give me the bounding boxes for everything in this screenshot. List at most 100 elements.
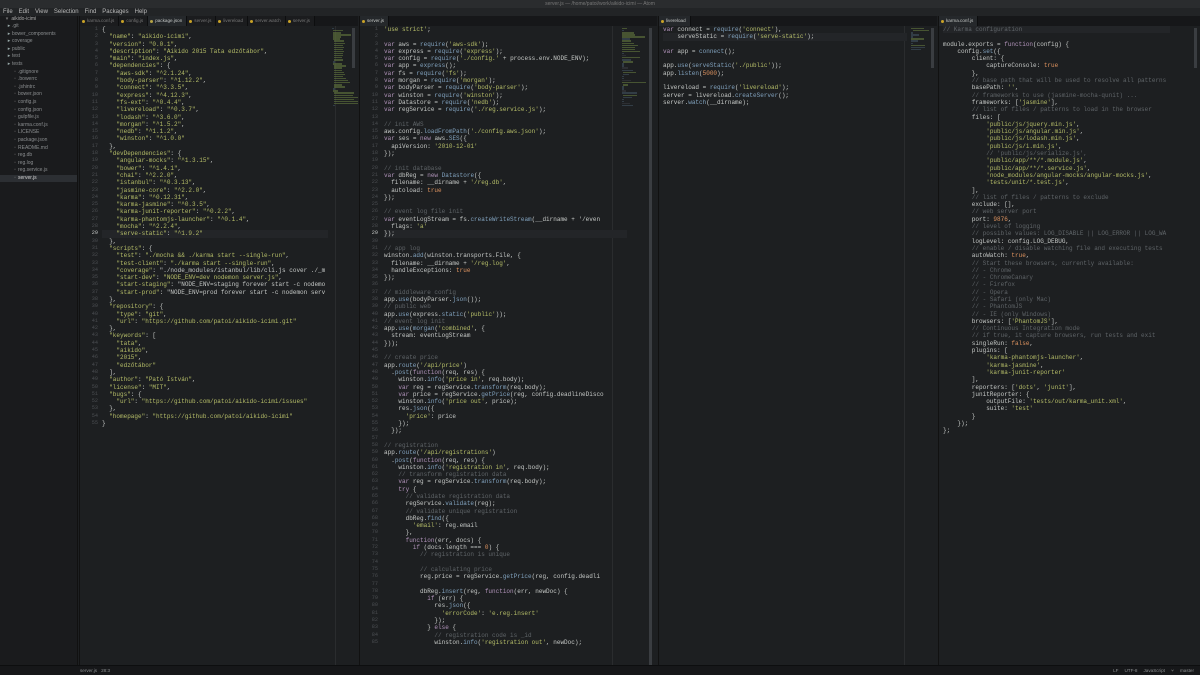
line-number: 9: [374, 84, 378, 91]
line-number: 67: [371, 507, 378, 514]
code-line: 'karma-jasmine',: [986, 361, 1044, 369]
vertical-scrollbar[interactable]: [352, 28, 355, 68]
code-line: 'public/js/angular.min.js',: [986, 128, 1084, 136]
code-line: },: [943, 69, 980, 77]
tree-item[interactable]: ▸ coverage: [0, 38, 77, 46]
editor-tab[interactable]: server.js: [360, 16, 390, 26]
line-number: 60: [371, 456, 378, 463]
code-line: },: [102, 295, 117, 303]
menu-view[interactable]: View: [32, 8, 51, 16]
tree-item[interactable]: ▫ .gitignore: [0, 69, 77, 77]
code-line: regService.validate(reg);: [384, 500, 496, 508]
line-number: 7: [374, 69, 378, 76]
tree-item[interactable]: ▫ config.json: [0, 107, 77, 115]
editor-pane-server-js[interactable]: server.js 1 2 3 4 5 6 7 8 9 10 11 12 13 14 15 16 17 18 19 20…: [359, 16, 657, 665]
tree-item[interactable]: ▸ test: [0, 53, 77, 61]
line-number: 25: [371, 201, 378, 208]
code-line: var Datastore = require('nedb');: [384, 98, 500, 106]
editor-tab[interactable]: livereload: [216, 16, 249, 26]
editor-pane-karma-conf[interactable]: karma.conf.js// Karma configuration modu…: [938, 16, 1200, 665]
status-encoding[interactable]: UTF-8: [1124, 668, 1137, 673]
code-line: // event log file init: [384, 208, 464, 216]
vertical-scrollbar[interactable]: [649, 28, 652, 665]
line-number: 16: [91, 135, 98, 142]
line-number: 83: [371, 624, 378, 631]
menu-selection[interactable]: Selection: [51, 8, 82, 16]
code-line: client: {: [943, 55, 1005, 63]
line-number: 23: [371, 186, 378, 193]
tree-item[interactable]: ▫ reg.log: [0, 160, 77, 168]
tree-item[interactable]: ▫ package.json: [0, 137, 77, 145]
menu-packages[interactable]: Packages: [99, 8, 131, 16]
tree-item[interactable]: ▸ tests: [0, 61, 77, 69]
line-number: 76: [371, 573, 378, 580]
editor-tab[interactable]: server.js: [285, 16, 315, 26]
editor-tab[interactable]: package.json: [148, 16, 188, 26]
editor-pane-package-json[interactable]: karma.conf.js config.js package.json server…: [79, 16, 358, 665]
editor-tab[interactable]: karma.conf.js: [80, 16, 120, 26]
tree-item[interactable]: ▫ bower.json: [0, 91, 77, 99]
menu-file[interactable]: File: [0, 8, 16, 16]
line-number: 31: [91, 244, 98, 251]
menu-edit[interactable]: Edit: [16, 8, 32, 16]
code-line: 'public/js/jquery.min.js',: [986, 120, 1080, 128]
code-line: // Continuous Integration mode: [971, 325, 1080, 333]
status-branch[interactable]: master: [1180, 668, 1194, 673]
code-line: 'use strict';: [384, 26, 431, 33]
code-line: // - Firefox: [971, 281, 1016, 289]
editor-pane-livereload[interactable]: livereload var connect = require('connect…: [658, 16, 937, 665]
menu-help[interactable]: Help: [132, 8, 150, 16]
code-editor[interactable]: { "name": "aikido-icimi", "version": "0.…: [102, 26, 328, 665]
tree-item[interactable]: ▸ public: [0, 46, 77, 54]
line-number: 9: [94, 84, 98, 91]
tree-item[interactable]: ▫ README.md: [0, 145, 77, 153]
tree-item[interactable]: ▫ config.js: [0, 99, 77, 107]
editor-tab[interactable]: server.js: [187, 16, 217, 26]
tree-item-label: reg.db: [18, 152, 33, 159]
tree-item[interactable]: ▫ reg.service.js: [0, 167, 77, 175]
tree-item[interactable]: ▫ gulpfile.js: [0, 114, 77, 122]
minimap[interactable]: [622, 28, 646, 108]
code-line: var dbReg = new Datastore({: [384, 171, 482, 179]
tree-item[interactable]: ▫ LICENSE: [0, 129, 77, 137]
code-line: "karma-jasmine": "^0.3.5",: [116, 201, 211, 209]
code-line: winston.info('registration in', req.body…: [384, 463, 550, 471]
tree-item[interactable]: ▫ reg.db: [0, 152, 77, 160]
tree-item[interactable]: ▸ bower_components: [0, 31, 77, 39]
tree-item[interactable]: ▸ .git: [0, 23, 77, 31]
code-line: aws.config.loadFromPath('./config.aws.js…: [384, 128, 547, 136]
status-file[interactable]: server.js: [80, 668, 97, 673]
editor-tab[interactable]: server.watch: [248, 16, 286, 26]
tree-root[interactable]: ▾ aikido-icimi: [0, 16, 77, 23]
code-editor[interactable]: 'use strict'; var aws = require('aws-sdk…: [384, 26, 627, 665]
editor-tab[interactable]: config.js: [119, 16, 149, 26]
line-number: 12: [91, 106, 98, 113]
vertical-scrollbar[interactable]: [1194, 28, 1197, 68]
tree-item[interactable]: ▫ .bowerrc: [0, 76, 77, 84]
editor-tab[interactable]: livereload: [659, 16, 691, 26]
code-editor[interactable]: // Karma configuration module.exports = …: [943, 26, 1170, 665]
code-line: var app = express();: [384, 62, 457, 70]
code-line: ],: [943, 186, 980, 194]
tree-item[interactable]: ▫ .jshintrc: [0, 84, 77, 92]
tree-item[interactable]: ▫ server.js: [0, 174, 77, 183]
editor-tab[interactable]: karma.conf.js: [939, 16, 979, 26]
status-cursor-position[interactable]: 28:3: [101, 668, 110, 673]
code-line: // - Opera: [971, 288, 1008, 296]
menu-find[interactable]: Find: [82, 8, 100, 16]
line-number: 66: [371, 500, 378, 507]
code-line: "main": "index.js",: [109, 55, 178, 63]
status-grammar[interactable]: JavaScript: [1143, 668, 1164, 673]
vertical-scrollbar[interactable]: [931, 28, 934, 68]
code-line: // frameworks to use (jasmine-mocha-quni…: [971, 91, 1138, 99]
line-number: 46: [91, 354, 98, 361]
code-line: var connect = require('connect'),: [663, 26, 782, 33]
code-editor[interactable]: var connect = require('connect'), serveS…: [663, 26, 907, 665]
line-number: 20: [371, 164, 378, 171]
tree-item-label: public: [12, 45, 26, 52]
code-line: }: [102, 420, 106, 428]
code-line: 'karma-junit-reporter': [986, 368, 1066, 376]
tree-item[interactable]: ▫ karma.conf.js: [0, 122, 77, 130]
status-eol[interactable]: LF: [1113, 668, 1118, 673]
code-line: 'public/app/**/*.service.js',: [986, 164, 1091, 172]
